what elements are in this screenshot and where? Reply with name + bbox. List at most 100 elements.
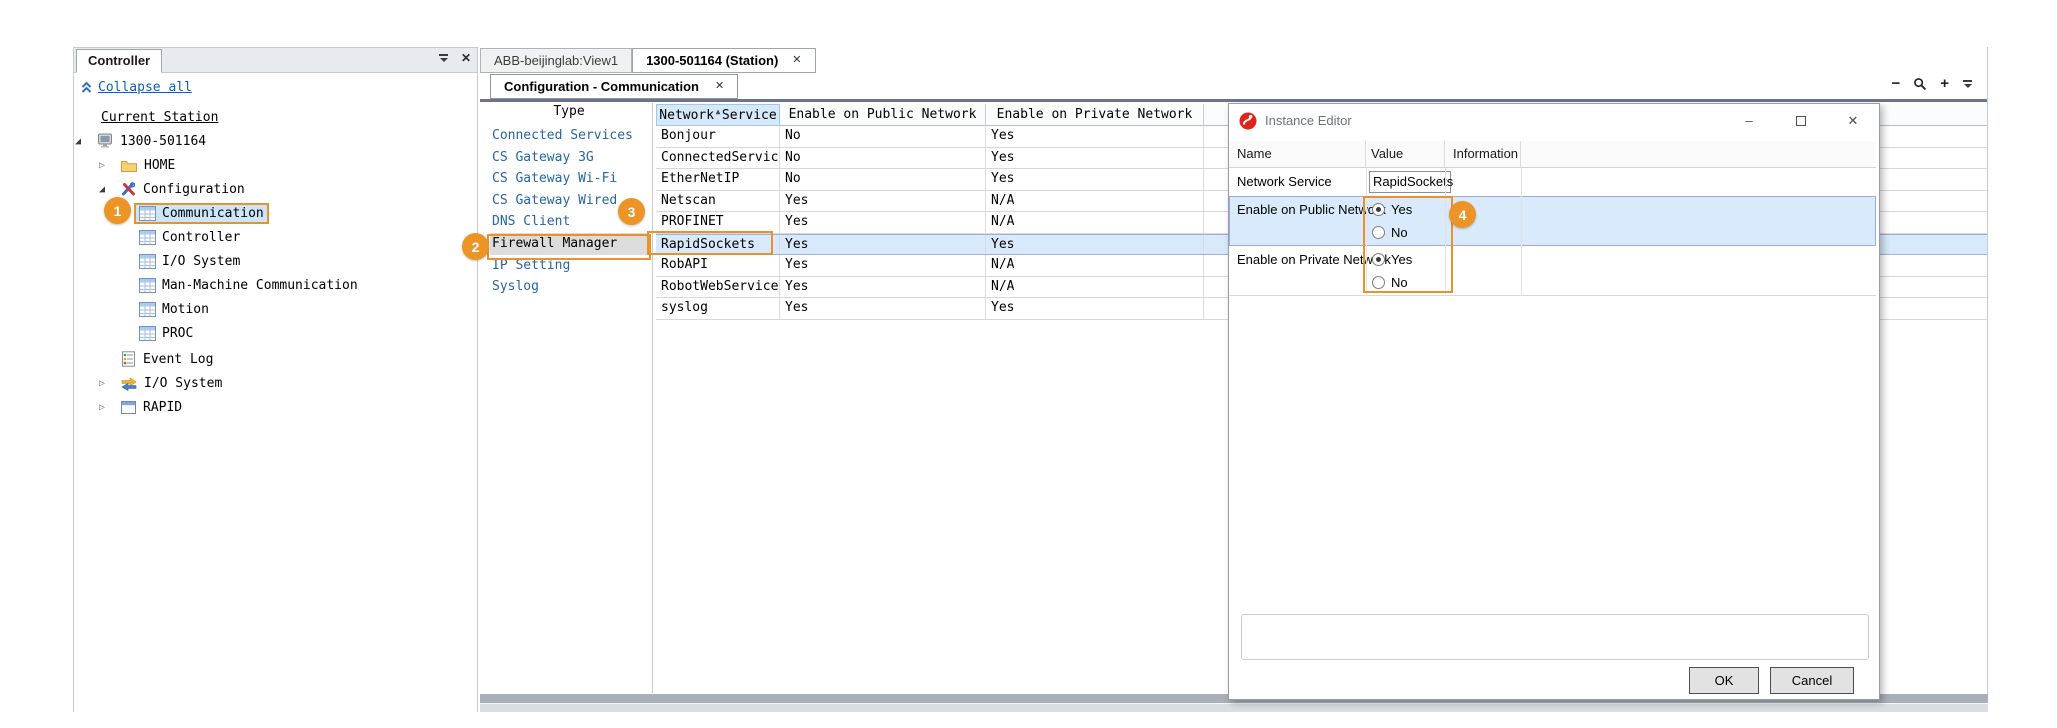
search-icon[interactable]: [1913, 77, 1927, 91]
tab-configuration-communication[interactable]: Configuration - Communication ✕: [490, 74, 738, 99]
type-item-ip-setting[interactable]: IP Setting: [490, 255, 648, 277]
tree-item-motion[interactable]: Motion: [74, 297, 477, 321]
status-bar: [480, 703, 1988, 712]
tree-item-current-station[interactable]: Current Station: [74, 105, 477, 129]
ok-button[interactable]: OK: [1689, 667, 1759, 694]
tab-controller[interactable]: Controller: [76, 49, 162, 73]
radio-option-no[interactable]: No: [1372, 272, 1412, 292]
maximize-button[interactable]: [1775, 104, 1827, 137]
dialog-table-header: Name Value Information: [1229, 141, 1876, 168]
tree-item-communication[interactable]: Communication: [74, 201, 477, 225]
table-cell: No: [780, 126, 986, 147]
table-cell: Yes: [986, 235, 1204, 255]
cancel-button[interactable]: Cancel: [1770, 667, 1854, 694]
close-button[interactable]: ✕: [1827, 104, 1879, 137]
grid-icon: [139, 254, 156, 269]
tree-item-configuration[interactable]: ◢ Configuration: [74, 177, 477, 201]
sort-ascending-icon: ▲: [716, 101, 721, 122]
tree-expander-icon[interactable]: ◢: [75, 136, 91, 147]
list-table-divider: [652, 103, 653, 693]
type-item-syslog[interactable]: Syslog: [490, 276, 648, 298]
table-cell: N/A: [986, 277, 1204, 298]
document-tab-strip: ABB-beijinglab:View1 1300-501164 (Statio…: [480, 47, 1987, 73]
tab-1300-501164-station[interactable]: 1300-501164 (Station) ✕: [632, 48, 815, 73]
table-cell: N/A: [986, 255, 1204, 276]
tree-expander-icon[interactable]: ▷: [99, 378, 115, 389]
callout-step-3: 3: [618, 198, 645, 225]
tree-item-rapid[interactable]: ▷RAPID: [74, 395, 477, 419]
tree-item-label: Configuration: [143, 182, 245, 197]
dialog-column-filler: [1521, 141, 1876, 167]
tree-item-label: HOME: [144, 158, 175, 173]
type-item-connected-services[interactable]: Connected Services: [490, 125, 648, 147]
tree-item-proc[interactable]: PROC: [74, 321, 477, 345]
table-cell: Yes: [780, 235, 986, 255]
value-text-field[interactable]: RapidSockets: [1369, 171, 1451, 193]
type-item-cs-gateway-3g[interactable]: CS Gateway 3G: [490, 147, 648, 169]
collapse-all-link[interactable]: Collapse all: [98, 80, 192, 95]
radio-option-yes[interactable]: Yes: [1372, 249, 1412, 269]
tree-item-event-log[interactable]: Event Log: [74, 347, 477, 371]
radio-option-no[interactable]: No: [1372, 222, 1412, 242]
panel-close-icon[interactable]: ✕: [461, 53, 471, 63]
controller-panel-header: Controller ✕: [74, 48, 477, 73]
table-cell: Yes: [986, 148, 1204, 169]
tools-icon: [120, 181, 137, 197]
tree-expander-icon[interactable]: ▷: [99, 160, 115, 171]
table-cell: Yes: [986, 169, 1204, 190]
tree-item-i-o-system[interactable]: I/O System: [74, 249, 477, 273]
dialog-titlebar[interactable]: Instance Editor – ✕: [1229, 104, 1879, 137]
table-cell: Yes: [780, 255, 986, 276]
application-window: Controller ✕ Collapse all Current Statio…: [0, 0, 2057, 728]
radio-unselected-icon[interactable]: [1372, 276, 1385, 289]
table-cell: No: [780, 148, 986, 169]
dialog-property-table: Name Value Information Network ServiceRa…: [1229, 141, 1876, 296]
zoom-out-button[interactable]: −: [1891, 77, 1900, 91]
table-cell: Netscan: [656, 191, 780, 212]
dialog-comment-box[interactable]: [1241, 614, 1869, 660]
radio-unselected-icon[interactable]: [1372, 226, 1385, 239]
tree-item-i-o-system[interactable]: ▷ I/O System: [74, 371, 477, 395]
dialog-grid-line: [1445, 168, 1446, 296]
value-radio-group: Yes No: [1366, 196, 1412, 246]
tree-expander-icon[interactable]: ◢: [99, 184, 115, 195]
tree-item-label: Controller: [162, 230, 240, 245]
dialog-row-enable-on-private-network: Enable on Private Network Yes No: [1229, 246, 1876, 296]
tree-item-label: Communication: [162, 206, 264, 221]
radio-selected-icon[interactable]: [1372, 203, 1385, 216]
tree-expander-icon[interactable]: ▷: [99, 402, 115, 413]
tree-item-1300-501164[interactable]: ◢1300-501164: [74, 129, 477, 153]
tree-item-home[interactable]: ▷ HOME: [74, 153, 477, 177]
column-header-enable-private[interactable]: Enable on Private Network: [986, 104, 1204, 126]
type-item-firewall-manager[interactable]: Firewall Manager: [490, 233, 648, 255]
instance-editor-dialog: Instance Editor – ✕ Name Value Informati…: [1228, 103, 1880, 700]
tree-item-label: PROC: [162, 326, 193, 341]
table-cell: Yes: [986, 298, 1204, 319]
table-cell: RobAPI: [656, 255, 780, 276]
tab-abb-beijinglab-view1[interactable]: ABB-beijinglab:View1: [480, 48, 632, 73]
dialog-row-enable-on-public-network: Enable on Public NetworkYesNo: [1229, 196, 1876, 246]
value-radio-group: Yes No: [1366, 246, 1412, 295]
tab-close-icon[interactable]: ✕: [715, 75, 724, 98]
column-header-network-service[interactable]: ▲ Network Service: [656, 104, 780, 126]
panel-window-menu-icon[interactable]: [438, 53, 449, 63]
view-window-menu-icon[interactable]: [1962, 79, 1973, 89]
type-item-cs-gateway-wi-fi[interactable]: CS Gateway Wi-Fi: [490, 168, 648, 190]
radio-option-yes[interactable]: Yes: [1372, 199, 1412, 219]
eventlog-icon: [120, 351, 137, 367]
dialog-column-information: Information: [1445, 141, 1521, 167]
tree-item-controller[interactable]: Controller: [74, 225, 477, 249]
zoom-in-button[interactable]: +: [1940, 77, 1949, 91]
radio-selected-icon[interactable]: [1372, 253, 1385, 266]
collapse-all-row[interactable]: Collapse all: [80, 80, 192, 95]
tree-item-label: I/O System: [144, 376, 222, 391]
dialog-column-value: Value: [1366, 141, 1445, 167]
dialog-table-body: Network ServiceRapidSocketsEnable on Pub…: [1229, 168, 1876, 296]
column-header-enable-public[interactable]: Enable on Public Network: [780, 104, 986, 126]
minimize-button[interactable]: –: [1723, 104, 1775, 137]
dialog-row-name: Enable on Private Network: [1229, 246, 1366, 295]
tree-item-man-machine-communication[interactable]: Man-Machine Communication: [74, 273, 477, 297]
dialog-row-network-service: Network ServiceRapidSockets: [1229, 168, 1876, 196]
tab-close-icon[interactable]: ✕: [792, 49, 801, 72]
dialog-grid-line: [1366, 168, 1367, 296]
